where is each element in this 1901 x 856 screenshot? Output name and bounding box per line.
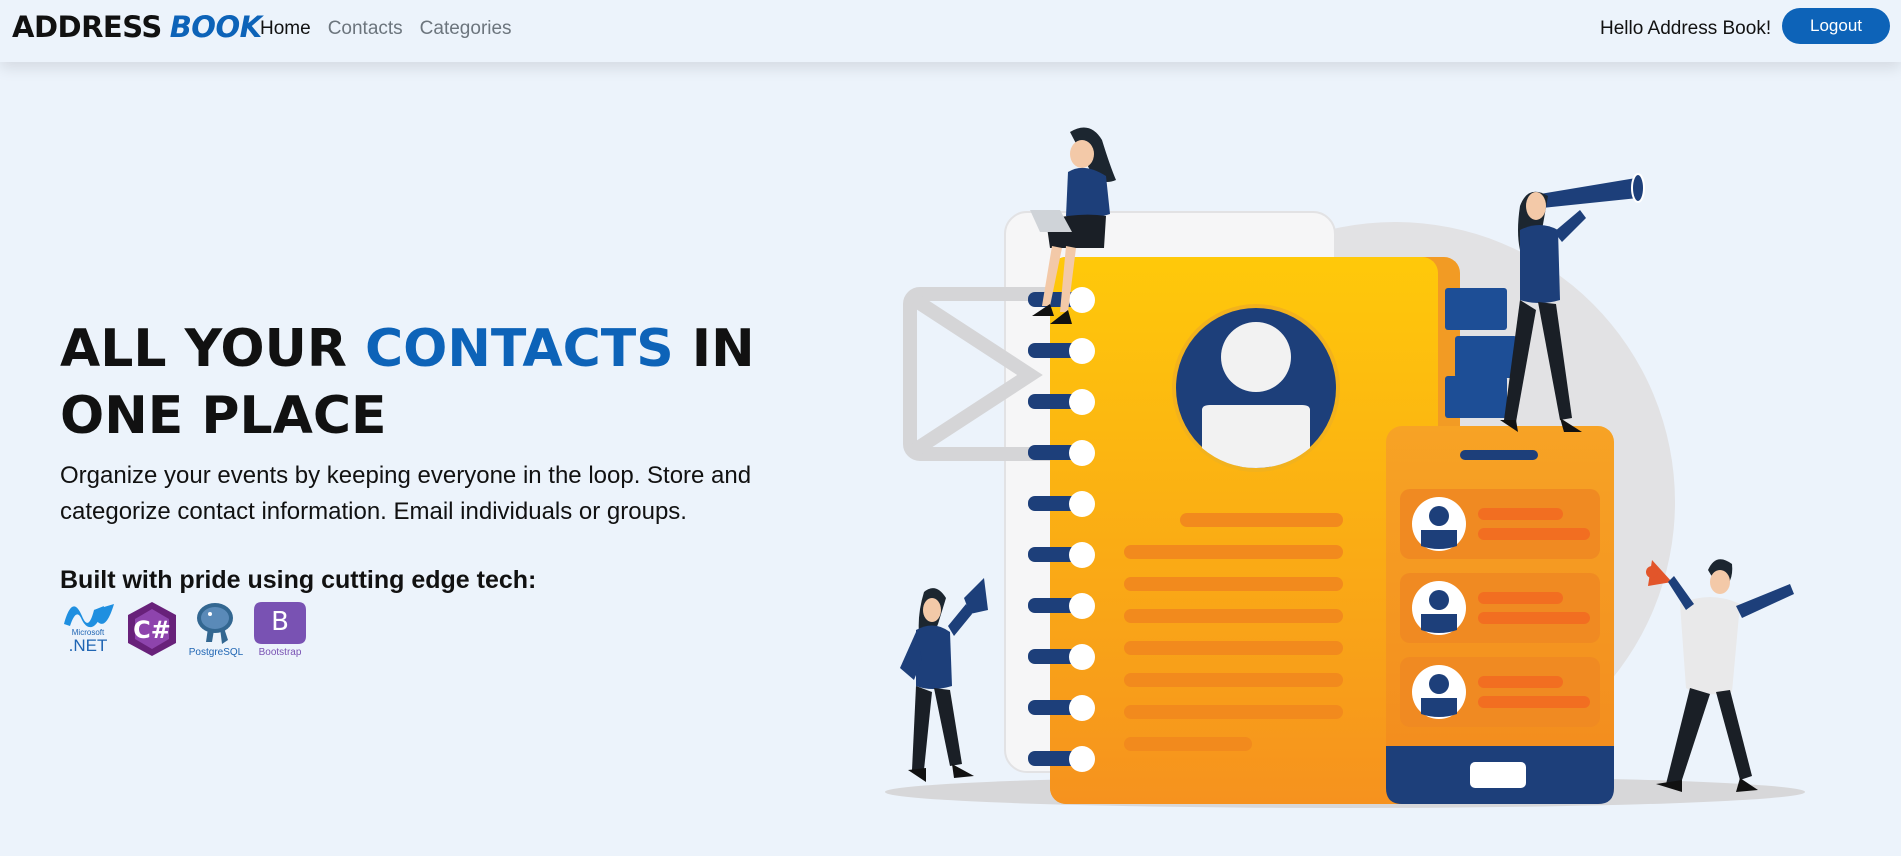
tech-logos: Microsoft .NET C# PostgreSQL B Bootstrap (60, 600, 308, 658)
brand-logo[interactable]: ADDRESS BOOK (12, 10, 262, 44)
hero-title-part1: ALL YOUR (60, 319, 365, 379)
dotnet-icon: Microsoft .NET (60, 600, 116, 658)
logout-button[interactable]: Logout (1782, 8, 1890, 44)
nav-links: Home Contacts Categories (260, 18, 512, 40)
hero-title-accent: CONTACTS (365, 319, 674, 379)
contact-card (1400, 489, 1600, 559)
bootstrap-letter: B (271, 607, 289, 637)
postgresql-icon: PostgreSQL (188, 600, 244, 658)
contact-avatar-icon (1172, 304, 1340, 472)
brand-part1: ADDRESS (12, 10, 162, 44)
csharp-icon: C# (124, 600, 180, 658)
phone-illustration (1386, 426, 1614, 804)
hero-title: ALL YOUR CONTACTS IN ONE PLACE (60, 316, 800, 450)
woman-megaphone-figure (900, 578, 988, 782)
tech-heading: Built with pride using cutting edge tech… (60, 566, 537, 594)
bootstrap-caption: Bootstrap (258, 647, 302, 658)
bootstrap-icon: B Bootstrap (252, 600, 308, 658)
contact-card (1400, 657, 1600, 727)
brand-part2: BOOK (169, 10, 262, 44)
man-megaphone-figure (1646, 559, 1794, 792)
nav-link-contacts[interactable]: Contacts (328, 18, 403, 40)
address-book-illustration (885, 127, 1805, 808)
user-greeting: Hello Address Book! (1600, 18, 1772, 39)
nav-link-categories[interactable]: Categories (420, 18, 512, 40)
hero-description: Organize your events by keeping everyone… (60, 462, 752, 525)
nav-link-home[interactable]: Home (260, 18, 311, 40)
csharp-caption: C# (133, 616, 171, 644)
navbar: ADDRESS BOOK Home Contacts Categories Hel… (0, 0, 1901, 62)
contact-card (1400, 573, 1600, 643)
dotnet-caption: .NET (68, 636, 108, 655)
postgresql-caption: PostgreSQL (188, 647, 244, 658)
